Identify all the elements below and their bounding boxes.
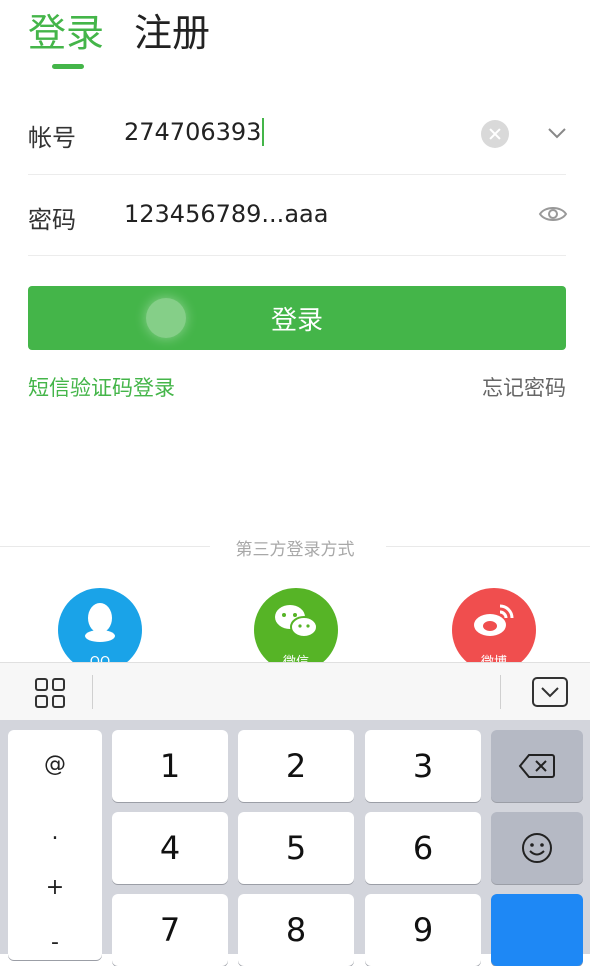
- key-3[interactable]: 3: [365, 730, 481, 802]
- key-8[interactable]: 8: [238, 894, 354, 966]
- sms-login-link[interactable]: 短信验证码登录: [28, 372, 175, 402]
- account-field[interactable]: 274706393: [124, 118, 265, 146]
- key-6[interactable]: 6: [365, 812, 481, 884]
- keyboard-hide-icon[interactable]: [532, 677, 568, 707]
- backspace-icon: [518, 754, 555, 778]
- key-5[interactable]: 5: [238, 812, 354, 884]
- chevron-down-icon[interactable]: [544, 120, 570, 146]
- login-button[interactable]: 登录: [28, 286, 566, 350]
- qq-login-button[interactable]: QQ: [58, 588, 142, 672]
- tab-register[interactable]: 注册: [134, 14, 210, 52]
- wechat-login-button[interactable]: 微信: [254, 588, 338, 672]
- key-7[interactable]: 7: [112, 894, 228, 966]
- wechat-icon: [275, 605, 318, 638]
- backspace-key[interactable]: [491, 730, 583, 802]
- key-1[interactable]: 1: [112, 730, 228, 802]
- password-label: 密码: [28, 206, 76, 234]
- active-tab-indicator: [52, 64, 84, 69]
- keyboard: @ . + - 1 2 3 4 5 6 7 8 9: [0, 720, 590, 966]
- account-label: 帐号: [28, 124, 76, 152]
- eye-icon[interactable]: [538, 202, 568, 226]
- symbol-key-at[interactable]: @: [5, 752, 105, 777]
- symbol-key-minus[interactable]: -: [5, 930, 105, 955]
- symbol-key-plus[interactable]: +: [5, 875, 105, 900]
- weibo-login-button[interactable]: 微博: [452, 588, 536, 672]
- emoji-key[interactable]: [491, 812, 583, 884]
- clear-icon[interactable]: [481, 120, 509, 148]
- password-field[interactable]: 123456789...aaa: [124, 200, 328, 228]
- key-4[interactable]: 4: [112, 812, 228, 884]
- keyboard-toolbar: [0, 662, 590, 721]
- third-party-title: 第三方登录方式: [0, 535, 590, 560]
- weibo-icon: [474, 604, 514, 636]
- key-9[interactable]: 9: [365, 894, 481, 966]
- account-divider: [28, 174, 566, 175]
- symbol-column[interactable]: @ . + -: [8, 730, 102, 960]
- touch-indicator: [146, 298, 186, 338]
- emoji-icon: [522, 833, 552, 863]
- toolbar-separator-right: [500, 675, 501, 709]
- key-2[interactable]: 2: [238, 730, 354, 802]
- text-cursor: [262, 118, 265, 146]
- grid-icon[interactable]: [34, 677, 66, 709]
- forgot-password-link[interactable]: 忘记密码: [482, 372, 566, 402]
- tab-login[interactable]: 登录: [28, 14, 104, 52]
- account-value: 274706393: [124, 118, 262, 146]
- qq-icon: [85, 603, 115, 642]
- password-divider: [28, 255, 566, 256]
- toolbar-separator-left: [92, 675, 93, 709]
- symbol-key-dot[interactable]: .: [5, 820, 105, 845]
- enter-key[interactable]: [491, 894, 583, 966]
